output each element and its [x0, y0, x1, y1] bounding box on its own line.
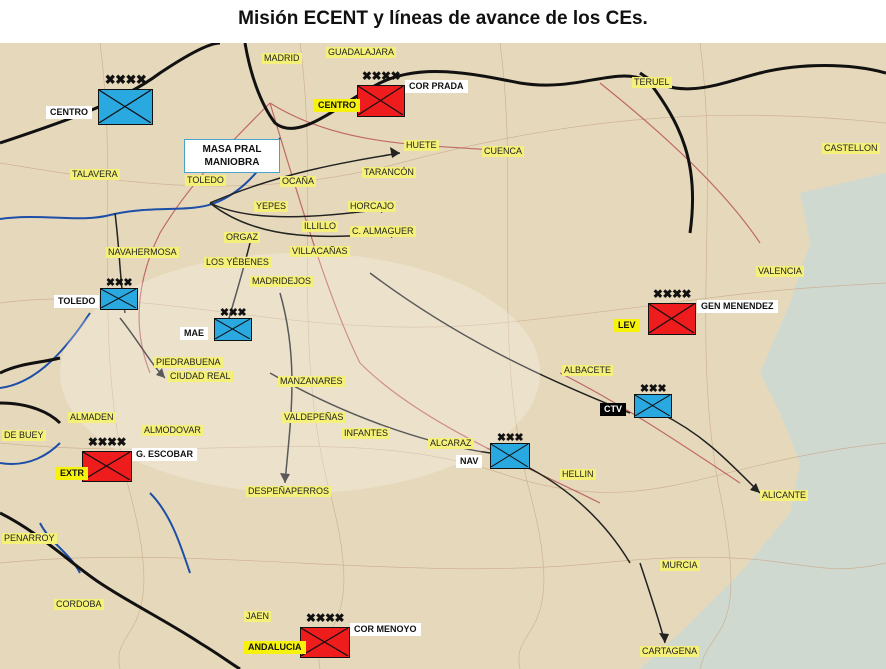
- label-villacanas: VILLACAÑAS: [290, 246, 350, 257]
- label-madridejos: MADRIDEJOS: [250, 276, 314, 287]
- echelon-army-marker: ✖✖✖✖: [305, 611, 345, 625]
- unit-symbol-box: [634, 394, 672, 418]
- echelon-army-marker: ✖✖✖✖: [361, 69, 401, 83]
- label-albacete: ALBACETE: [562, 365, 614, 376]
- label-penarroya: PENARROY: [2, 533, 57, 544]
- unit-extr: ✖✖✖✖: [82, 436, 132, 482]
- label-benalcazar: DE BUEY: [2, 430, 46, 441]
- label-manzanares: MANZANARES: [278, 376, 345, 387]
- label-illillo: ILLILLO: [302, 221, 339, 232]
- unit-lev: ✖✖✖✖: [648, 288, 696, 335]
- unit-label-mae: MAE: [180, 327, 208, 340]
- label-huete: HUETE: [404, 140, 439, 151]
- label-hellin: HELLIN: [560, 469, 596, 480]
- unit-andalucia: ✖✖✖✖: [300, 612, 350, 658]
- label-cuenca: CUENCA: [482, 146, 525, 157]
- label-jaen: JAEN: [244, 611, 272, 622]
- label-castellon: CASTELLON: [822, 143, 880, 154]
- unit-label-centro-nat: CENTRO: [314, 99, 360, 112]
- unit-nav: ✖✖✖: [490, 433, 530, 469]
- label-madrid: MADRID: [262, 53, 302, 64]
- unit-symbol-box: [648, 303, 696, 335]
- map-title: Misión ECENT y líneas de avance de los C…: [238, 8, 648, 29]
- unit-symbol-box: [82, 451, 132, 482]
- main-effort-callout: MASA PRAL MANIOBRA: [184, 139, 280, 173]
- unit-label-extr: EXTR: [56, 467, 89, 480]
- label-piedrabuena: PIEDRABUENA: [154, 357, 223, 368]
- label-orgaz: ORGAZ: [224, 232, 261, 243]
- label-almodovar: ALMODOVAR: [142, 425, 203, 436]
- label-talavera: TALAVERA: [70, 169, 120, 180]
- label-yepes: YEPES: [254, 201, 289, 212]
- unit-label-centro-rep: CENTRO: [46, 106, 92, 119]
- map-background: [0, 43, 886, 669]
- unit-label-lev: LEV: [614, 319, 640, 332]
- label-murcia: MURCIA: [660, 560, 700, 571]
- unit-label-andalucia: ANDALUCIA: [244, 641, 306, 654]
- label-alicante: ALICANTE: [760, 490, 809, 501]
- unit-label-nav: NAV: [456, 455, 483, 468]
- unit-symbol-box: [98, 89, 153, 125]
- label-valencia: VALENCIA: [756, 266, 804, 277]
- label-valdepenas: VALDEPEÑAS: [282, 412, 346, 423]
- label-teruel: TERUEL: [632, 77, 672, 88]
- unit-symbol-box: [490, 443, 530, 469]
- label-yebenes: LOS YÉBENES: [204, 257, 271, 268]
- unit-centro-republican: ✖✖✖✖: [98, 73, 153, 125]
- label-horcajo: HORCAJO: [348, 201, 397, 212]
- label-cartagena: CARTAGENA: [640, 646, 700, 657]
- label-ciudad-real: CIUDAD REAL: [168, 371, 233, 382]
- unit-mae: ✖✖✖: [214, 308, 252, 341]
- label-ocana: OCAÑA: [280, 176, 317, 187]
- unit-symbol-box: [100, 288, 138, 310]
- unit-ctv: ✖✖✖: [634, 384, 672, 418]
- callout-line1: MASA PRAL: [202, 144, 262, 155]
- unit-label-toledo: TOLEDO: [54, 295, 100, 308]
- unit-symbol-box: [300, 627, 350, 658]
- unit-label-ctv: CTV: [600, 403, 626, 416]
- callout-line2: MANIOBRA: [204, 157, 260, 168]
- label-tarancon: TARANCÓN: [362, 167, 416, 178]
- unit-toledo: ✖✖✖: [100, 278, 138, 310]
- unit-centro-nationalist: ✖✖✖✖: [357, 70, 405, 117]
- label-almaguer: C. ALMAGUER: [350, 226, 416, 237]
- label-guadalajara: GUADALAJARA: [326, 47, 397, 58]
- unit-commander-g-escobar: G. ESCOBAR: [132, 448, 198, 461]
- unit-commander-cor-prada: COR PRADA: [405, 80, 468, 93]
- echelon-army-marker: ✖✖✖✖: [87, 435, 127, 449]
- unit-symbol-box: [357, 85, 405, 117]
- label-despenaperros: DESPEÑAPERROS: [246, 486, 332, 497]
- echelon-army-marker: ✖✖✖✖: [104, 72, 147, 87]
- unit-symbol-box: [214, 318, 252, 341]
- unit-commander-gen-menendez: GEN MENENDEZ: [697, 300, 778, 313]
- echelon-army-marker: ✖✖✖✖: [652, 287, 692, 301]
- label-toledo-city: TOLEDO: [185, 175, 226, 186]
- label-almaden: ALMADEN: [68, 412, 116, 423]
- historical-map: MADRID GUADALAJARA TERUEL CASTELLON TALA…: [0, 43, 886, 669]
- label-cordoba: CORDOBA: [54, 599, 104, 610]
- label-infantes: INFANTES: [342, 428, 391, 439]
- unit-commander-cor-menoyo: COR MENOYO: [350, 623, 421, 636]
- label-navahermosa: NAVAHERMOSA: [106, 247, 179, 258]
- label-alcaraz: ALCARAZ: [428, 438, 474, 449]
